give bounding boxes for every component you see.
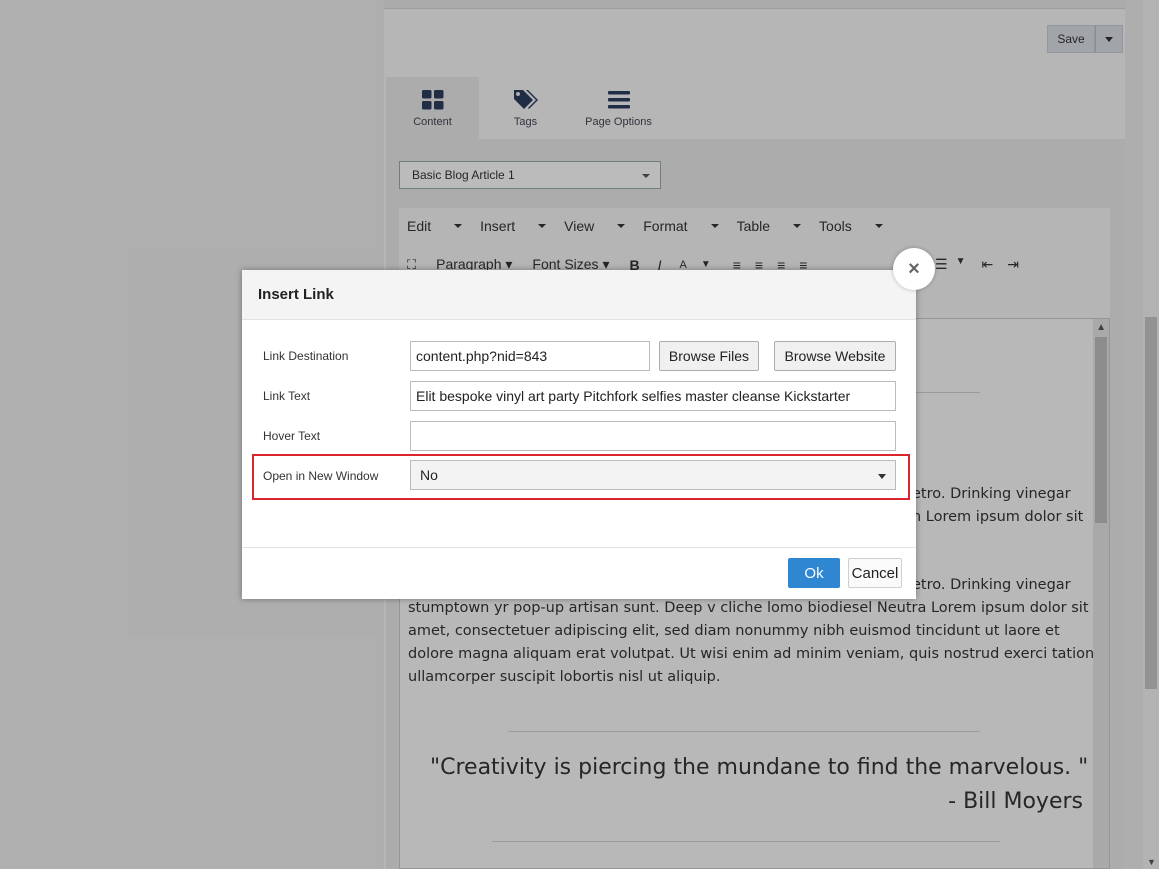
close-dialog-button[interactable]: ×	[893, 248, 935, 290]
open-new-window-label: Open in New Window	[263, 469, 379, 483]
insert-link-dialog: Insert Link Link Destination Browse File…	[242, 270, 916, 599]
link-text-input[interactable]	[410, 381, 896, 411]
open-new-window-select[interactable]: No	[410, 460, 896, 490]
browse-files-button[interactable]: Browse Files	[659, 341, 759, 371]
close-icon: ×	[908, 258, 920, 280]
cancel-button[interactable]: Cancel	[848, 558, 902, 588]
link-destination-input[interactable]	[410, 341, 650, 371]
link-destination-label: Link Destination	[263, 349, 349, 363]
dialog-footer: Ok Cancel	[242, 547, 916, 600]
caret-down-icon	[878, 474, 886, 479]
hover-text-input[interactable]	[410, 421, 896, 451]
link-text-label: Link Text	[263, 389, 311, 403]
open-new-window-value: No	[420, 467, 438, 483]
hover-text-label: Hover Text	[263, 429, 321, 443]
ok-button[interactable]: Ok	[788, 558, 840, 588]
browse-website-button[interactable]: Browse Website	[774, 341, 896, 371]
dialog-title: Insert Link	[242, 270, 916, 320]
